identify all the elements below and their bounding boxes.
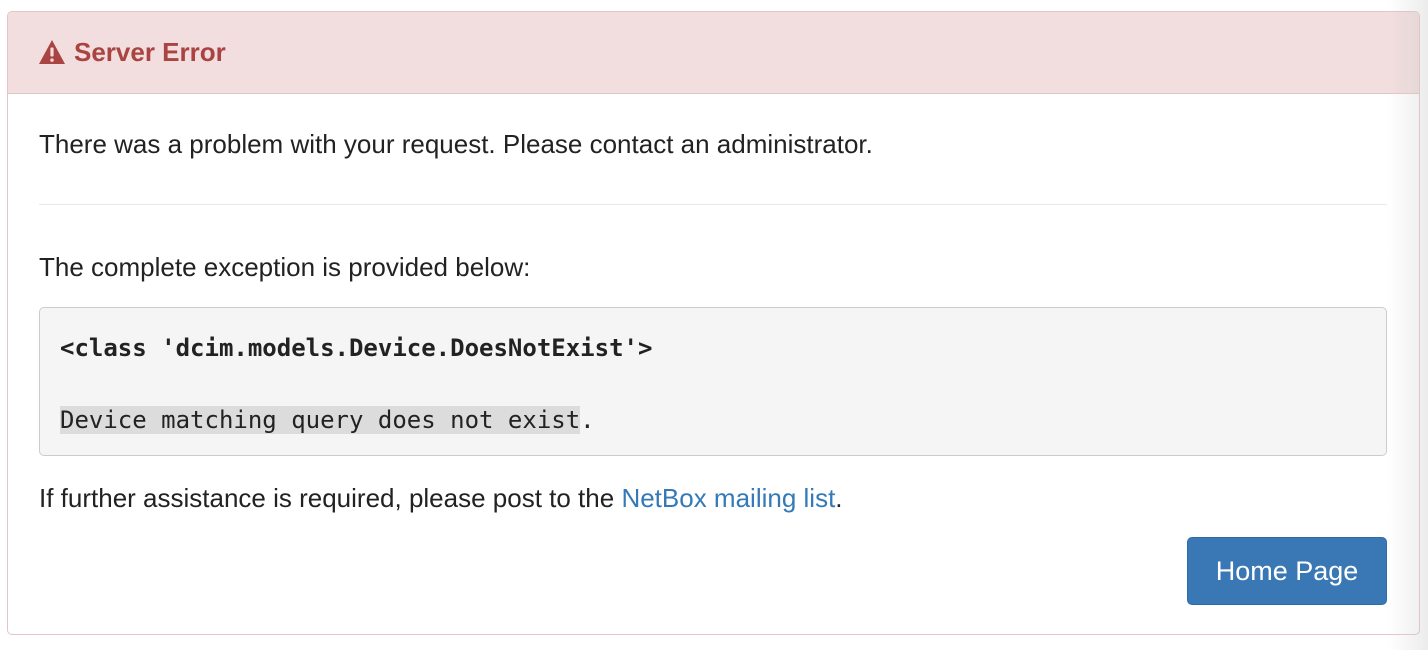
- panel-body: There was a problem with your request. P…: [8, 129, 1419, 513]
- divider: [39, 204, 1387, 205]
- warning-icon: [38, 39, 66, 65]
- panel-title: Server Error: [74, 37, 226, 67]
- exception-label: The complete exception is provided below…: [39, 252, 531, 282]
- error-panel: Server Error There was a problem with yo…: [7, 11, 1420, 635]
- assist-prefix: If further assistance is required, pleas…: [39, 483, 622, 513]
- panel-heading: Server Error: [8, 12, 1419, 94]
- mailing-list-link[interactable]: NetBox mailing list: [621, 483, 835, 513]
- home-page-button[interactable]: Home Page: [1187, 537, 1387, 605]
- exception-type: <class 'dcim.models.Device.DoesNotExist'…: [60, 334, 653, 362]
- exception-message-suffix: .: [580, 406, 595, 434]
- exception-message: Device matching query does not exist: [60, 406, 581, 434]
- assist-text: If further assistance is required, pleas…: [39, 483, 1387, 513]
- intro-text: There was a problem with your request. P…: [39, 129, 873, 159]
- assist-suffix: .: [835, 483, 843, 513]
- exception-block: <class 'dcim.models.Device.DoesNotExist'…: [39, 307, 1387, 456]
